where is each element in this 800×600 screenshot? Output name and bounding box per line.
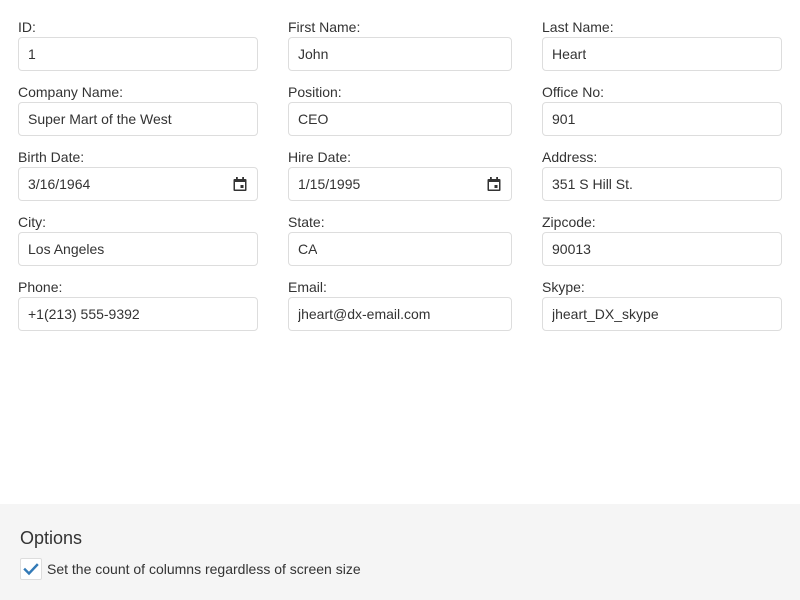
calendar-icon[interactable] — [486, 176, 502, 192]
phone-value: +1(213) 555-9392 — [28, 306, 140, 322]
last-name-input[interactable]: Heart — [542, 37, 782, 71]
address-value: 351 S Hill St. — [552, 176, 633, 192]
birth-date-input[interactable]: 3/16/1964 — [18, 167, 258, 201]
options-panel: Options Set the count of columns regardl… — [0, 504, 800, 600]
birth-date-label: Birth Date: — [18, 149, 85, 165]
position-value: CEO — [298, 111, 329, 127]
first-name-input[interactable]: John — [288, 37, 512, 71]
birth-date-value: 3/16/1964 — [28, 176, 91, 192]
column-count-checkbox-label[interactable]: Set the count of columns regardless of s… — [47, 561, 361, 577]
last-name-label: Last Name: — [542, 19, 614, 35]
position-label: Position: — [288, 84, 342, 100]
id-label: ID: — [18, 19, 36, 35]
email-value: jheart@dx-email.com — [298, 306, 431, 322]
skype-label: Skype: — [542, 279, 585, 295]
id-input[interactable]: 1 — [18, 37, 258, 71]
state-value: CA — [298, 241, 318, 257]
address-input[interactable]: 351 S Hill St. — [542, 167, 782, 201]
id-value: 1 — [28, 46, 36, 62]
calendar-icon[interactable] — [232, 176, 248, 192]
skype-input[interactable]: jheart_DX_skype — [542, 297, 782, 331]
company-name-value: Super Mart of the West — [28, 111, 172, 127]
company-name-input[interactable]: Super Mart of the West — [18, 102, 258, 136]
column-count-checkbox[interactable] — [20, 558, 42, 580]
office-no-input[interactable]: 901 — [542, 102, 782, 136]
address-label: Address: — [542, 149, 598, 165]
email-label: Email: — [288, 279, 327, 295]
state-label: State: — [288, 214, 325, 230]
last-name-value: Heart — [552, 46, 587, 62]
first-name-label: First Name: — [288, 19, 361, 35]
email-input[interactable]: jheart@dx-email.com — [288, 297, 512, 331]
city-input[interactable]: Los Angeles — [18, 232, 258, 266]
city-label: City: — [18, 214, 46, 230]
employee-form: ID: 1 First Name: John Last Name: Heart … — [0, 0, 800, 504]
skype-value: jheart_DX_skype — [552, 306, 659, 322]
hire-date-label: Hire Date: — [288, 149, 352, 165]
phone-label: Phone: — [18, 279, 63, 295]
position-input[interactable]: CEO — [288, 102, 512, 136]
hire-date-input[interactable]: 1/15/1995 — [288, 167, 512, 201]
state-input[interactable]: CA — [288, 232, 512, 266]
checkmark-icon — [23, 563, 39, 576]
office-no-value: 901 — [552, 111, 576, 127]
hire-date-value: 1/15/1995 — [298, 176, 361, 192]
options-title: Options — [20, 528, 83, 548]
first-name-value: John — [298, 46, 329, 62]
zipcode-value: 90013 — [552, 241, 591, 257]
zipcode-label: Zipcode: — [542, 214, 596, 230]
office-no-label: Office No: — [542, 84, 604, 100]
company-name-label: Company Name: — [18, 84, 124, 100]
zipcode-input[interactable]: 90013 — [542, 232, 782, 266]
city-value: Los Angeles — [28, 241, 105, 257]
phone-input[interactable]: +1(213) 555-9392 — [18, 297, 258, 331]
